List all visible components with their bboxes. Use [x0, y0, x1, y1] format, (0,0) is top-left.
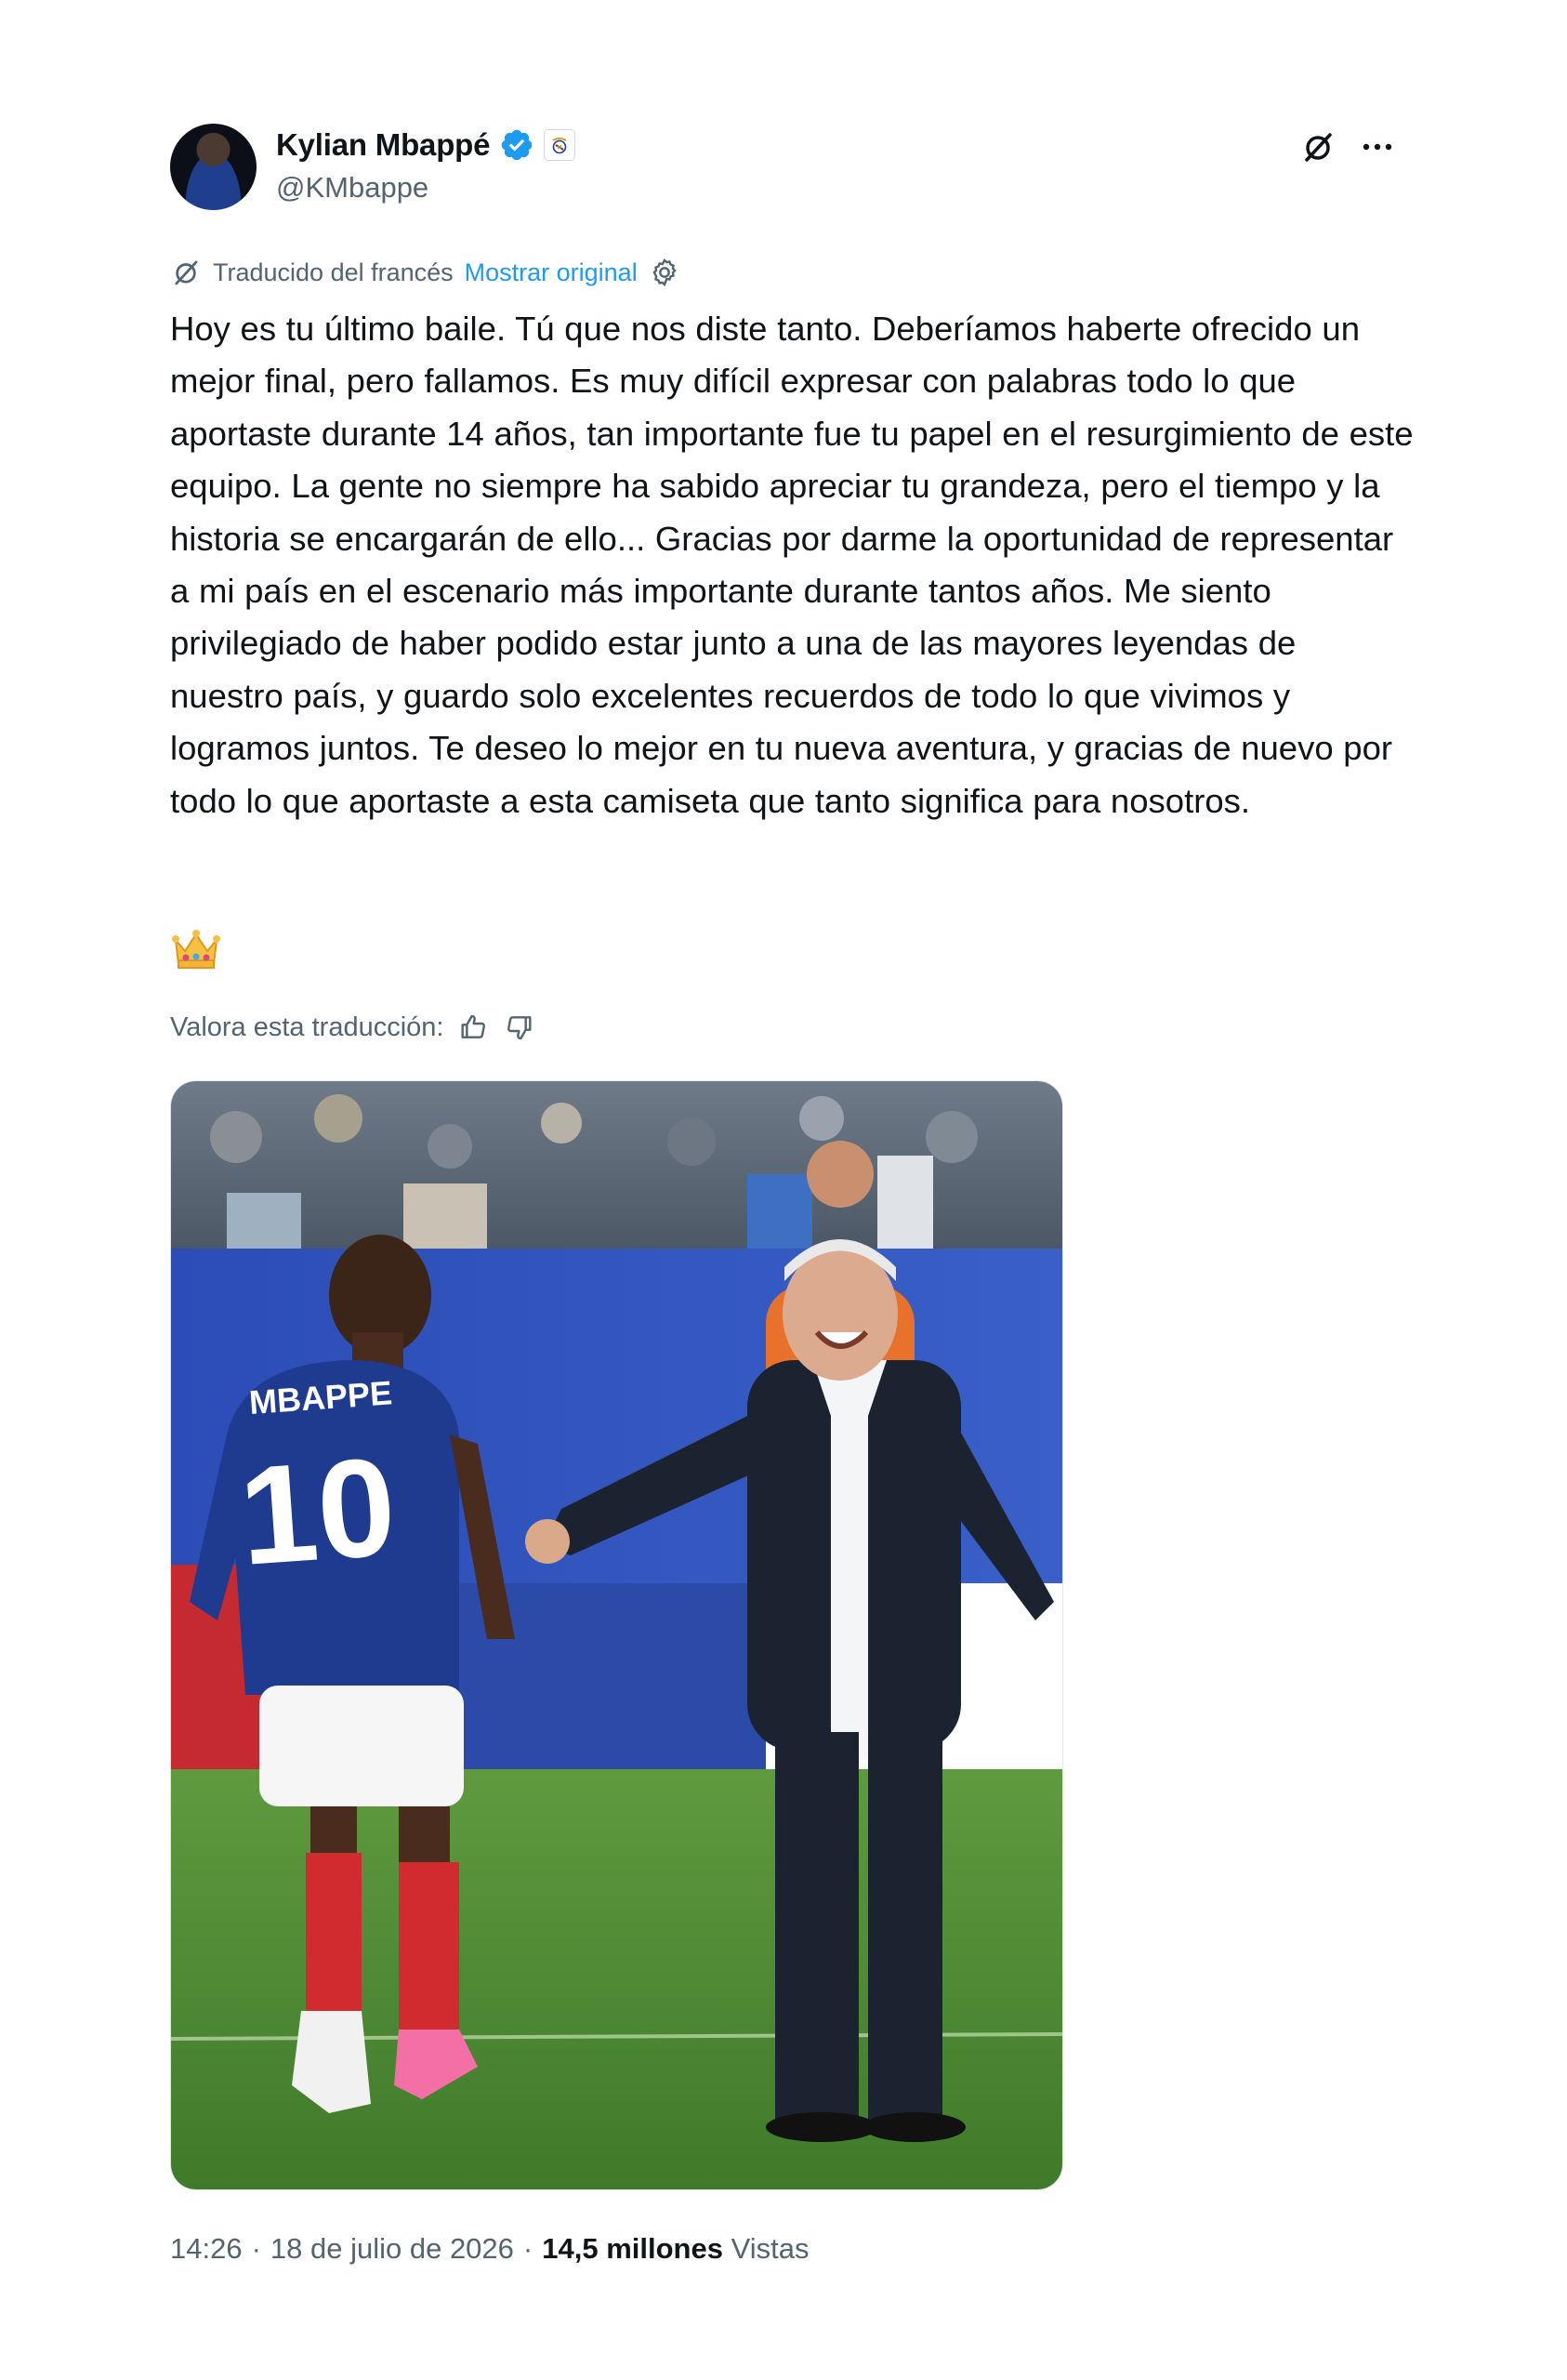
grok-button[interactable]	[1296, 125, 1340, 169]
thumbs-down-button[interactable]	[503, 1011, 536, 1044]
grok-icon	[1305, 133, 1332, 162]
views-count: 14,5 millones	[542, 2232, 723, 2265]
grok-icon	[175, 260, 198, 285]
views-label: Vistas	[731, 2232, 810, 2265]
meta-separator: ·	[251, 2232, 261, 2265]
tweet-meta: 14:26 · 18 de julio de 2026 · 14,5 millo…	[170, 2228, 809, 2270]
thumbs-up-button[interactable]	[456, 1011, 490, 1044]
meta-separator: ·	[522, 2232, 533, 2265]
crown-emoji	[172, 930, 220, 969]
svg-text:M: M	[558, 146, 562, 152]
author-handle[interactable]: @KMbappe	[276, 171, 428, 205]
translation-label: Traducido del francés	[213, 258, 454, 286]
avatar[interactable]	[170, 124, 257, 210]
tweet-text: Hoy es tu último baile. Tú que nos diste…	[170, 310, 1414, 820]
author-name-row: Kylian Mbappé M	[276, 126, 576, 164]
tweet-time[interactable]: 14:26	[170, 2232, 243, 2266]
real-madrid-crest-icon[interactable]: M	[544, 129, 576, 161]
gear-icon[interactable]	[649, 257, 680, 288]
more-button[interactable]	[1355, 125, 1400, 169]
celebration-photo: MBAPPE 10	[171, 1081, 1062, 2189]
tweet-photo[interactable]: MBAPPE 10	[170, 1080, 1063, 2190]
author-name[interactable]: Kylian Mbappé	[276, 127, 490, 163]
thumbs-down-icon	[507, 1016, 533, 1040]
more-icon	[1363, 143, 1392, 151]
verified-badge-icon[interactable]	[499, 127, 534, 163]
translation-row: Traducido del francés Mostrar original	[170, 253, 680, 292]
thumbs-up-icon	[461, 1014, 486, 1038]
tweet-header: Kylian Mbappé M @KMbappe	[170, 121, 1406, 214]
rate-translation-row: Valora esta traducción:	[170, 1006, 536, 1049]
show-original-link[interactable]: Mostrar original	[465, 258, 638, 287]
jersey-number: 10	[235, 1428, 401, 1594]
rate-translation-label: Valora esta traducción:	[170, 1012, 444, 1042]
avatar-jersey-mark	[205, 179, 224, 192]
tweet-date[interactable]: 18 de julio de 2026	[270, 2232, 514, 2266]
